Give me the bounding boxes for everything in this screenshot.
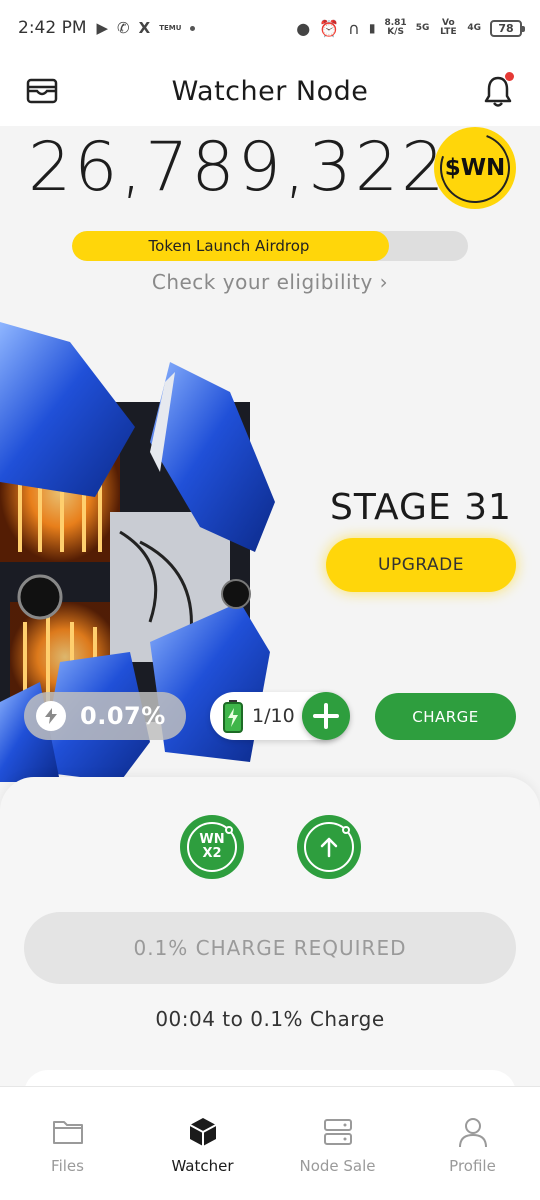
temu-icon: TEMU	[159, 24, 182, 32]
battery-icon: 78	[490, 19, 525, 37]
mining-speed-value: 0.07%	[80, 702, 166, 730]
nav-item-profile[interactable]: Profile	[405, 1087, 540, 1200]
nav-label-files: Files	[51, 1157, 84, 1175]
wallet-icon[interactable]	[26, 78, 58, 104]
media-icon: ▶	[96, 19, 109, 37]
signal-5g-icon: 5G	[415, 22, 430, 33]
net-speed-unit: K/S	[387, 27, 404, 37]
x-icon: X	[138, 19, 151, 37]
wn-x2-label-line2: X2	[202, 846, 222, 861]
status-bar: 2:42 PM ▶ ✆ X TEMU ● ⏰ ∩ ▮ 8.81 K/S 5G Vo…	[0, 0, 540, 56]
token-balance: 26,789,322	[28, 128, 448, 207]
nav-label-watcher: Watcher	[171, 1157, 234, 1175]
nav-item-node-sale[interactable]: Node Sale	[270, 1087, 405, 1200]
battery-charge-icon	[223, 700, 243, 733]
alarm-icon: ⏰	[319, 18, 340, 38]
check-eligibility-link[interactable]: Check your eligibility ›	[0, 270, 540, 294]
charge-button[interactable]: CHARGE	[375, 693, 516, 740]
wn-x2-label-line1: WN	[199, 832, 225, 847]
data-saver-icon: ●	[296, 18, 311, 38]
wn-token-logo: $WN	[428, 121, 522, 215]
more-notifications-icon	[190, 25, 196, 31]
notification-icons: ▶ ✆ X TEMU	[97, 19, 196, 37]
nav-label-profile: Profile	[449, 1157, 496, 1175]
boost-knob	[342, 826, 350, 834]
upgrade-button[interactable]: UPGRADE	[326, 538, 516, 592]
charge-timer: 00:04 to 0.1% Charge	[155, 1007, 385, 1031]
node-stage: STAGE 31	[330, 487, 512, 528]
bottom-navigation: Files Watcher Node Sale Profile	[0, 1086, 540, 1200]
wn-x2-icon: WN X2	[187, 822, 237, 872]
charge-required-button[interactable]: 0.1% CHARGE REQUIRED	[24, 912, 516, 984]
arrow-up-icon	[304, 822, 354, 872]
upload-boost-button[interactable]	[297, 815, 361, 879]
wn-x2-label: WN X2	[199, 833, 224, 861]
battery-count: 1/10	[252, 705, 295, 727]
user-icon	[456, 1115, 490, 1149]
nav-item-files[interactable]: Files	[0, 1087, 135, 1200]
whatsapp-icon: ✆	[117, 19, 130, 37]
lightning-icon	[36, 701, 66, 731]
airdrop-progress-bar: Token Launch Airdrop	[72, 231, 468, 261]
net-speed: 8.81 K/S	[384, 19, 406, 37]
nav-label-node-sale: Node Sale	[299, 1157, 376, 1175]
volte-icon: Vo LTE	[440, 18, 457, 37]
mining-speed-pill: 0.07%	[24, 692, 186, 740]
add-battery-button[interactable]	[302, 692, 350, 740]
cube-icon	[186, 1115, 220, 1149]
page-title: Watcher Node	[171, 75, 369, 107]
status-bar-right: ● ⏰ ∩ ▮ 8.81 K/S 5G Vo LTE 4G 78	[296, 18, 525, 38]
notification-dot	[505, 72, 514, 81]
airdrop-label: Token Launch Airdrop	[148, 237, 310, 255]
headphones-icon: ∩	[348, 18, 360, 38]
arrow-up-glyph	[320, 837, 338, 858]
signal-4g-icon: 4G	[467, 22, 481, 33]
app-header: Watcher Node	[0, 56, 540, 126]
nav-item-watcher[interactable]: Watcher	[135, 1087, 270, 1200]
phone-icon: ▮	[368, 21, 376, 35]
server-icon	[321, 1115, 355, 1149]
folder-icon	[51, 1115, 85, 1149]
plus-icon	[313, 703, 339, 729]
status-bar-left: 2:42 PM ▶ ✆ X TEMU	[18, 18, 196, 38]
wn-x2-boost-button[interactable]: WN X2	[180, 815, 244, 879]
boost-knob	[225, 826, 233, 834]
status-time: 2:42 PM	[18, 18, 87, 38]
